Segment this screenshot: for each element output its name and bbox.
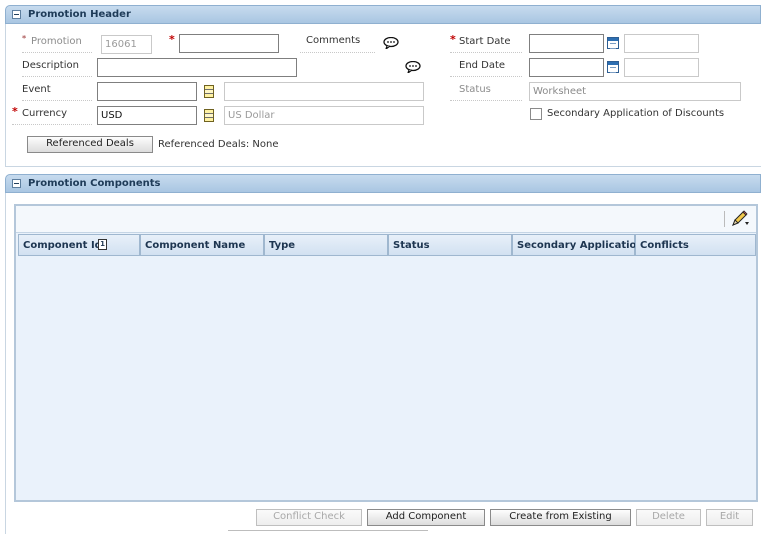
end-date-label: End Date [459,60,506,71]
column-header-label: Component Id [23,240,102,251]
label-underline [12,124,92,125]
edit-pencil-icon[interactable] [730,210,750,228]
promotion-name-input[interactable] [179,34,279,53]
currency-input[interactable]: USD [97,106,197,125]
promotion-header-bar[interactable]: Promotion Header [5,5,761,24]
description-label: Description [22,60,79,71]
conflict-check-button[interactable]: Conflict Check [256,509,362,526]
start-date-calendar-icon[interactable] [607,37,619,49]
column-header-status[interactable]: Status [388,234,512,256]
end-time-input[interactable] [624,58,699,77]
sort-ascending-icon[interactable]: 1 [98,239,107,250]
end-date-input[interactable] [529,58,604,77]
column-header-conflicts[interactable]: Conflicts [635,234,756,256]
event-label: Event [22,84,51,95]
section-border [5,166,761,167]
referenced-deals-button[interactable]: Referenced Deals [27,136,153,153]
status-field: Worksheet [529,82,741,101]
label-underline [300,52,375,53]
column-header-label: Status [393,240,430,251]
section-border [5,24,6,166]
required-marker: * [12,105,18,118]
event-input[interactable] [97,82,197,101]
comments-speech-bubble-icon[interactable] [383,37,399,49]
start-time-input[interactable] [624,34,699,53]
end-date-calendar-icon[interactable] [607,61,619,73]
promotion-id-field: 16061 [101,35,152,54]
edit-button[interactable]: Edit [706,509,753,526]
section-border [5,193,6,534]
create-from-existing-button[interactable]: Create from Existing [490,509,631,526]
column-header-label: Conflicts [640,240,689,251]
required-marker: * [169,33,175,46]
promotion-label: Promotion [31,36,82,47]
status-label: Status [459,84,491,95]
secondary-application-label: Secondary Application of Discounts [547,108,725,119]
column-header-label: Secondary Application [517,240,644,251]
column-header-component-name[interactable]: Component Name [140,234,264,256]
collapse-icon[interactable] [12,179,21,188]
delete-button[interactable]: Delete [636,509,701,526]
label-underline [22,52,92,53]
event-lov-icon[interactable] [204,85,214,98]
column-header-label: Type [269,240,296,251]
label-underline [450,76,522,77]
currency-label: Currency [22,108,68,119]
currency-lov-icon[interactable] [204,109,214,122]
column-header-component-id[interactable]: Component Id 1 [18,234,140,256]
label-underline [22,100,92,101]
label-underline [450,52,522,53]
footer-divider [228,530,428,531]
toolbar-separator [724,211,725,227]
required-marker: * [22,34,27,43]
secondary-application-checkbox[interactable] [530,108,542,120]
label-underline [450,100,522,101]
label-underline [22,76,92,77]
promotion-components-title: Promotion Components [28,178,161,189]
table-toolbar [16,206,756,233]
add-component-button[interactable]: Add Component [367,509,485,526]
description-speech-bubble-icon[interactable] [405,61,421,73]
description-input[interactable] [97,58,297,77]
promotion-header-title: Promotion Header [28,9,131,20]
currency-description-field: US Dollar [224,106,424,125]
components-table: Component Id 1 Component Name Type Statu… [14,204,758,502]
column-header-type[interactable]: Type [264,234,388,256]
comments-label: Comments [306,35,361,46]
collapse-icon[interactable] [12,10,21,19]
referenced-deals-text: Referenced Deals: None [158,139,279,150]
column-header-label: Component Name [145,240,246,251]
promotion-components-bar[interactable]: Promotion Components [5,174,761,193]
event-description-field [224,82,424,101]
required-marker: * [450,33,456,46]
start-date-input[interactable] [529,34,604,53]
column-header-secondary-application[interactable]: Secondary Application [512,234,644,256]
start-date-label: Start Date [459,36,511,47]
